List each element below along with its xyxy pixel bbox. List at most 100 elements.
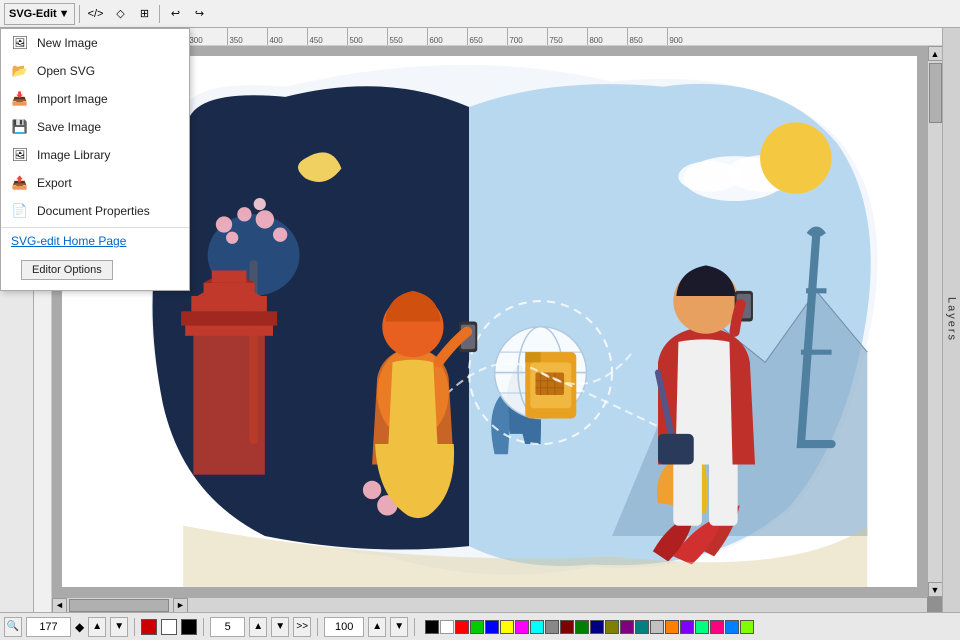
scroll-left-arrow[interactable]: ◄ bbox=[52, 598, 67, 613]
stroke-arrow-up[interactable]: ▲ bbox=[249, 617, 267, 637]
palette-dark-green[interactable] bbox=[575, 620, 589, 634]
palette-silver[interactable] bbox=[650, 620, 664, 634]
redo-button[interactable]: ↪ bbox=[188, 3, 210, 25]
scroll-thumb-vertical[interactable] bbox=[929, 63, 942, 123]
horizontal-scrollbar[interactable]: ◄ ► bbox=[52, 597, 927, 612]
svg-edit-menu-button[interactable]: SVG-Edit ▼ bbox=[4, 3, 75, 25]
opacity-input[interactable] bbox=[324, 617, 364, 637]
palette-green[interactable] bbox=[470, 620, 484, 634]
import-image-icon: 📥 bbox=[11, 90, 29, 108]
vertical-scrollbar[interactable]: ▲ ▼ bbox=[927, 46, 942, 597]
palette-yellow[interactable] bbox=[500, 620, 514, 634]
ruler-tick-800: 800 bbox=[587, 28, 627, 45]
palette-spring-green[interactable] bbox=[695, 620, 709, 634]
secondary-color-swatch[interactable] bbox=[181, 619, 197, 635]
menu-item-export[interactable]: 📤 Export bbox=[1, 169, 189, 197]
code-view-button[interactable]: </> bbox=[84, 3, 108, 25]
menu-item-doc-props-label: Document Properties bbox=[37, 204, 150, 218]
palette-dodger-blue[interactable] bbox=[725, 620, 739, 634]
fill-color-swatch[interactable] bbox=[161, 619, 177, 635]
menu-item-import-image-label: Import Image bbox=[37, 92, 108, 106]
canvas-background bbox=[62, 56, 917, 587]
stroke-width-input[interactable] bbox=[210, 617, 245, 637]
status-sep-4 bbox=[414, 618, 415, 636]
menu-item-new-image-label: New Image bbox=[37, 36, 98, 50]
status-sep-2 bbox=[203, 618, 204, 636]
ruler-tick-700: 700 bbox=[507, 28, 547, 45]
menu-item-import-image[interactable]: 📥 Import Image bbox=[1, 85, 189, 113]
code-icon: </> bbox=[88, 8, 104, 20]
palette-red[interactable] bbox=[455, 620, 469, 634]
stroke-options-button[interactable]: >> bbox=[293, 617, 311, 637]
undo-button[interactable]: ↩ bbox=[164, 3, 186, 25]
editor-options-button[interactable]: Editor Options bbox=[21, 260, 113, 280]
menu-item-document-properties[interactable]: 📄 Document Properties bbox=[1, 197, 189, 225]
ruler-tick-850: 850 bbox=[627, 28, 667, 45]
palette-maroon[interactable] bbox=[560, 620, 574, 634]
menu-item-save-image[interactable]: 💾 Save Image bbox=[1, 113, 189, 141]
shape-library-button[interactable]: ◇ bbox=[109, 3, 131, 25]
ruler-tick-400: 400 bbox=[267, 28, 307, 45]
ruler-tick-650: 650 bbox=[467, 28, 507, 45]
scroll-down-arrow[interactable]: ▼ bbox=[928, 582, 943, 597]
toolbar-separator-2 bbox=[159, 5, 160, 23]
menu-item-save-image-label: Save Image bbox=[37, 120, 101, 134]
svg-edit-home-link[interactable]: SVG-edit Home Page bbox=[1, 230, 189, 252]
opacity-arrow-down[interactable]: ▼ bbox=[390, 617, 408, 637]
palette-violet[interactable] bbox=[680, 620, 694, 634]
palette-olive[interactable] bbox=[605, 620, 619, 634]
palette-orange[interactable] bbox=[665, 620, 679, 634]
ruler-tick-600: 600 bbox=[427, 28, 467, 45]
stroke-arrow-down[interactable]: ▼ bbox=[271, 617, 289, 637]
zoom-arrow-up[interactable]: ▲ bbox=[88, 617, 106, 637]
scroll-thumb-horizontal[interactable] bbox=[69, 599, 169, 612]
shape-icon: ◇ bbox=[116, 7, 124, 20]
palette-blue[interactable] bbox=[485, 620, 499, 634]
toolbar-separator-1 bbox=[79, 5, 80, 23]
status-sep-3 bbox=[317, 618, 318, 636]
palette-navy[interactable] bbox=[590, 620, 604, 634]
zoom-arrow-down[interactable]: ▼ bbox=[110, 617, 128, 637]
grid-button[interactable]: ⊞ bbox=[133, 3, 155, 25]
layers-label: Layers bbox=[946, 297, 958, 342]
menu-divider bbox=[1, 227, 189, 228]
svg-edit-label: SVG-Edit bbox=[9, 8, 57, 20]
main-toolbar: SVG-Edit ▼ 🖼 New Image 📂 Open SVG 📥 Impo… bbox=[0, 0, 960, 28]
scroll-right-arrow[interactable]: ► bbox=[173, 598, 188, 613]
ruler-tick-900: 900 bbox=[667, 28, 707, 45]
chevron-down-icon: ▼ bbox=[59, 8, 70, 20]
palette-cyan[interactable] bbox=[530, 620, 544, 634]
palette-white[interactable] bbox=[440, 620, 454, 634]
menu-item-new-image[interactable]: 🖼 New Image bbox=[1, 29, 189, 57]
palette-chartreuse[interactable] bbox=[740, 620, 754, 634]
palette-gray[interactable] bbox=[545, 620, 559, 634]
ruler-tick-450: 450 bbox=[307, 28, 347, 45]
grid-icon: ⊞ bbox=[140, 7, 149, 20]
opacity-arrow-up[interactable]: ▲ bbox=[368, 617, 386, 637]
canvas-svg[interactable] bbox=[62, 56, 917, 587]
ruler-tick-550: 550 bbox=[387, 28, 427, 45]
palette-black[interactable] bbox=[425, 620, 439, 634]
file-dropdown-menu: 🖼 New Image 📂 Open SVG 📥 Import Image 💾 … bbox=[0, 28, 190, 291]
menu-item-image-library[interactable]: 🖼 Image Library bbox=[1, 141, 189, 169]
stroke-color-swatch[interactable] bbox=[141, 619, 157, 635]
save-image-icon: 💾 bbox=[11, 118, 29, 136]
zoom-stepper: ◆ bbox=[75, 620, 84, 634]
layers-panel[interactable]: Layers bbox=[942, 28, 960, 612]
palette-magenta[interactable] bbox=[515, 620, 529, 634]
new-image-icon: 🖼 bbox=[11, 34, 29, 52]
palette-rose[interactable] bbox=[710, 620, 724, 634]
status-sep-1 bbox=[134, 618, 135, 636]
zoom-out-button[interactable]: 🔍 bbox=[4, 617, 22, 637]
menu-item-open-svg-label: Open SVG bbox=[37, 64, 95, 78]
palette-teal[interactable] bbox=[635, 620, 649, 634]
zoom-input[interactable] bbox=[26, 617, 71, 637]
menu-item-export-label: Export bbox=[37, 176, 72, 190]
export-icon: 📤 bbox=[11, 174, 29, 192]
menu-item-open-svg[interactable]: 📂 Open SVG bbox=[1, 57, 189, 85]
redo-icon: ↪ bbox=[195, 7, 204, 20]
palette-purple[interactable] bbox=[620, 620, 634, 634]
scroll-up-arrow[interactable]: ▲ bbox=[928, 46, 943, 61]
undo-icon: ↩ bbox=[171, 7, 180, 20]
zoom-out-icon: 🔍 bbox=[7, 621, 19, 632]
